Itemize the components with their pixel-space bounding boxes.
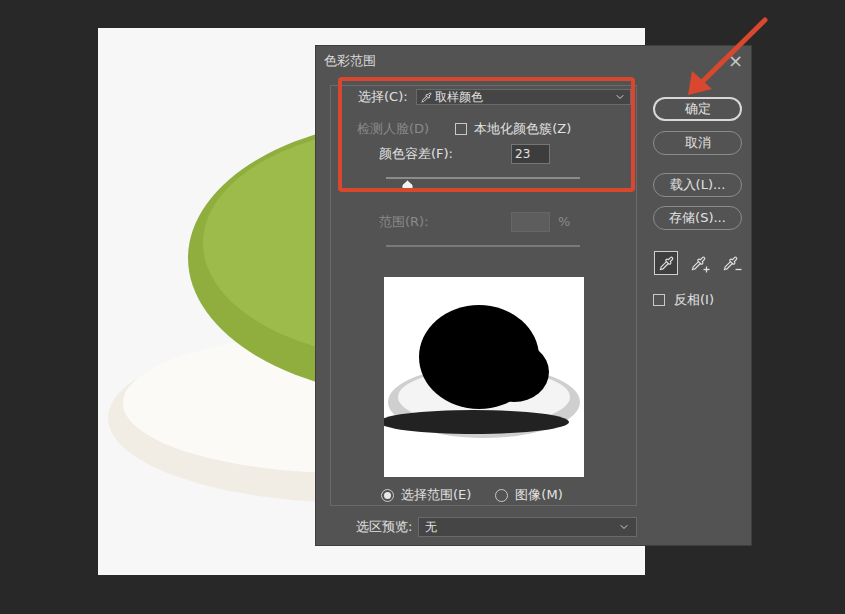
range-label: 范围(R): — [379, 212, 511, 232]
localized-clusters-checkbox[interactable] — [455, 123, 467, 135]
eyedropper-button[interactable] — [718, 251, 742, 275]
invert-label: 反相(I) — [674, 290, 714, 310]
select-dropdown[interactable]: 取样颜色 — [416, 89, 631, 105]
range-input — [511, 212, 550, 232]
detect-faces: 检测人脸(D) — [357, 119, 429, 139]
invert-checkbox[interactable] — [653, 294, 665, 306]
close-button[interactable]: × — [728, 52, 743, 70]
color-range-dialog: 色彩范围 × 选择(C): 取样颜色检测人脸(D) 本地化颜色簇(Z) 颜色容差(F):2… — [315, 45, 752, 546]
radio-circle[interactable] — [495, 489, 508, 502]
eyedropper-button[interactable] — [686, 251, 710, 275]
range-slider — [386, 245, 580, 247]
selection-preview-label: 选区预览: — [356, 517, 418, 537]
eyedropper-subtract-icon — [723, 256, 738, 271]
dialog-title: 色彩范围 — [324, 51, 376, 71]
annotation-icon — [0, 0, 845, 614]
slider-thumb-icon[interactable] — [402, 180, 413, 190]
eyedropper-icon — [421, 92, 432, 103]
eyedropper-button[interactable] — [654, 251, 678, 275]
radio-circle[interactable] — [381, 489, 394, 502]
eyedropper-sample-icon — [659, 256, 674, 271]
mask-preview-icon — [384, 277, 584, 477]
dialog-button[interactable]: 取消 — [653, 131, 742, 155]
dialog-button[interactable]: 存储(S)... — [653, 206, 742, 230]
options-panel: 选择(C): 取样颜色检测人脸(D) 本地化颜色簇(Z) 颜色容差(F):23 范围(R… — [330, 85, 637, 506]
fuzziness-slider[interactable] — [386, 177, 580, 191]
select-value: 取样颜色 — [435, 91, 483, 103]
chevron-icon — [614, 91, 626, 103]
preview-mode-radio[interactable]: 选择范围(E) — [381, 485, 471, 505]
desktop: 色彩范围 × 选择(C): 取样颜色检测人脸(D) 本地化颜色簇(Z) 颜色容差(F):2… — [0, 0, 845, 614]
mask-preview — [384, 277, 584, 477]
ok-button[interactable]: 确定 — [653, 97, 742, 121]
dialog-button[interactable]: 载入(L)... — [653, 173, 742, 197]
fuzziness-input[interactable]: 23 — [511, 144, 550, 164]
selection-preview-dropdown[interactable]: 无 — [418, 517, 637, 537]
title-bar: 色彩范围 × — [316, 46, 751, 76]
select-label: 选择(C): — [358, 87, 408, 107]
preview-mode-radio[interactable]: 图像(M) — [495, 485, 562, 505]
localized-clusters-label: 本地化颜色簇(Z) — [474, 119, 571, 139]
eyedropper-add-icon — [691, 256, 706, 271]
range-unit: % — [558, 212, 570, 232]
chevron-icon — [618, 521, 630, 533]
fuzziness-label: 颜色容差(F): — [379, 144, 511, 164]
